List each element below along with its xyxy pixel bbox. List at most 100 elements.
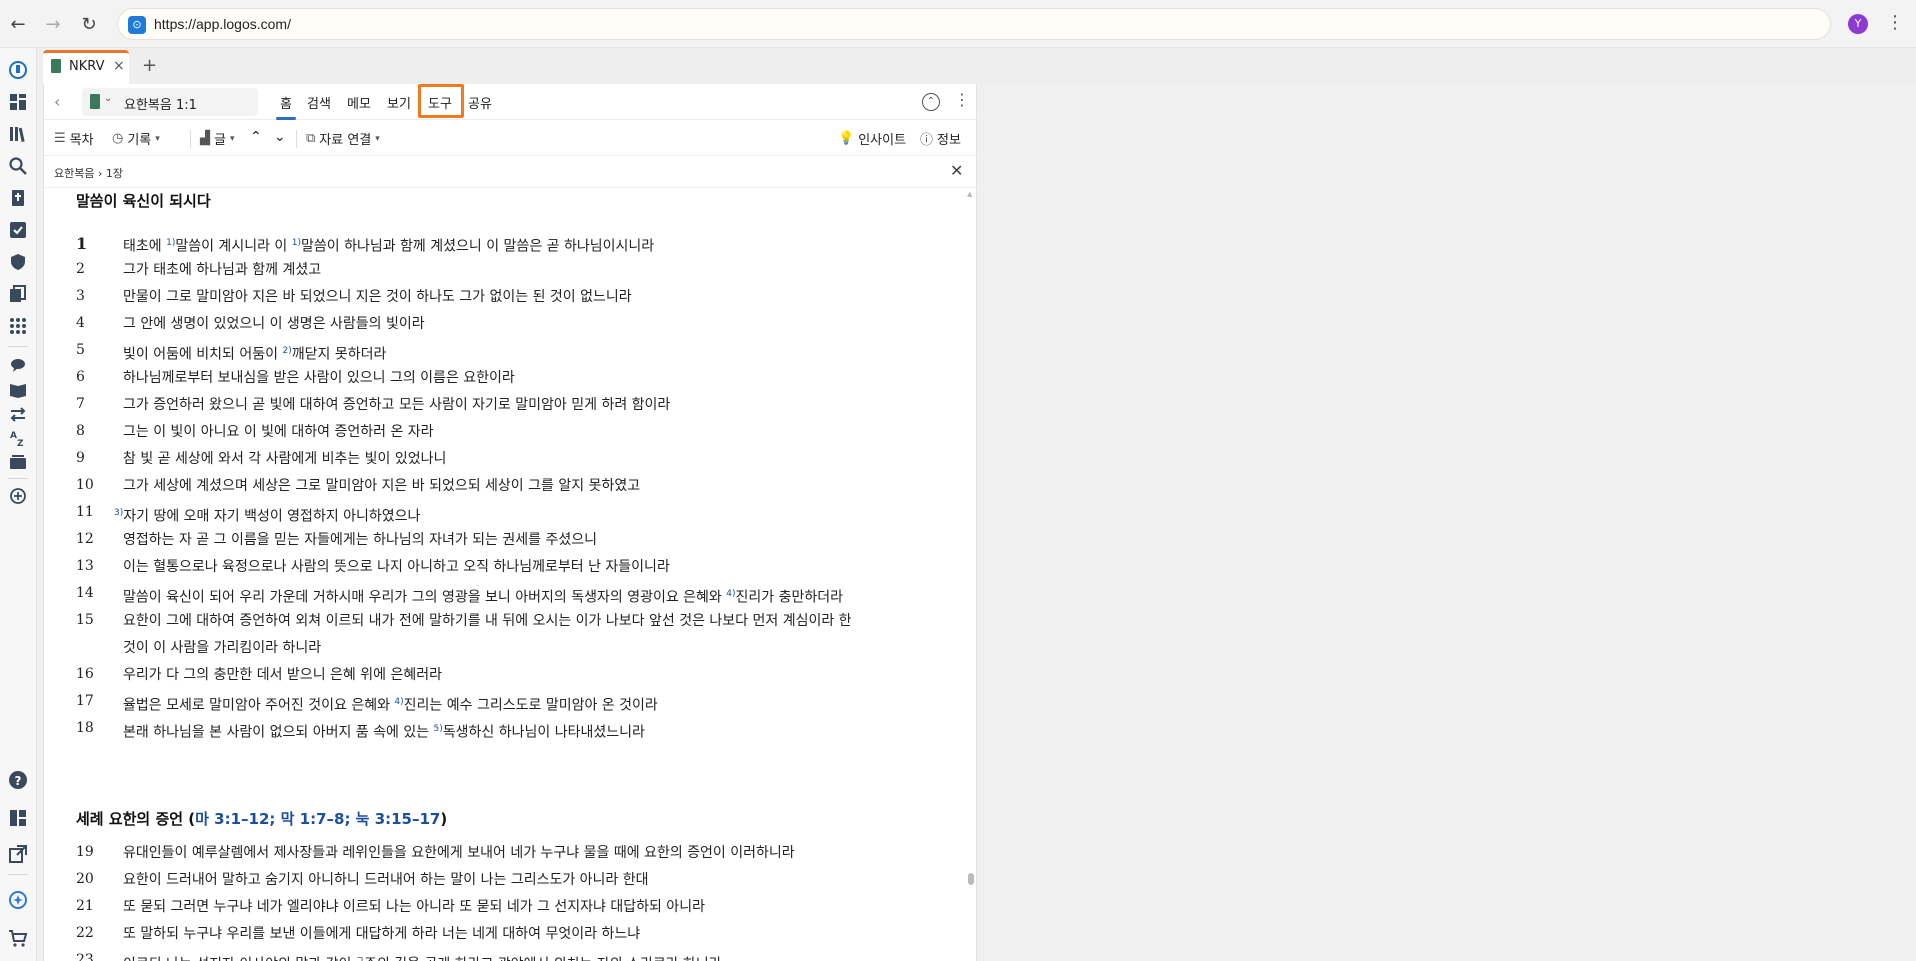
heading-text: 세례 요한의 증언 ( bbox=[76, 810, 196, 828]
profile-avatar[interactable]: Y bbox=[1848, 14, 1868, 34]
compare-icon[interactable] bbox=[6, 402, 30, 426]
verse-number[interactable]: 18 bbox=[76, 720, 94, 736]
verse-fragment: 주의 길을 곧게 하라고 광야에서 외치는 자의 소리로라 하니라 bbox=[364, 957, 722, 961]
ai-assistant-icon[interactable] bbox=[6, 888, 30, 912]
scrollbar-thumb[interactable] bbox=[968, 873, 974, 885]
browser-menu-icon[interactable]: ⋮ bbox=[1886, 12, 1904, 33]
verse-number[interactable]: 21 bbox=[76, 898, 94, 914]
media-icon[interactable] bbox=[6, 450, 30, 474]
verse-number[interactable]: 20 bbox=[76, 871, 94, 887]
footnote-marker[interactable]: 5) bbox=[434, 724, 443, 734]
close-tab-icon[interactable]: × bbox=[113, 58, 125, 74]
documents-icon[interactable] bbox=[6, 282, 30, 306]
checklist-icon[interactable] bbox=[6, 218, 30, 242]
text-button[interactable]: ▟ 글 ▾ bbox=[200, 129, 235, 148]
breadcrumb-book[interactable]: 요한복음 bbox=[54, 167, 94, 180]
tab-notes[interactable]: 메모 bbox=[347, 93, 371, 112]
logos-logo-icon[interactable] bbox=[6, 58, 30, 82]
verse-number[interactable]: 9 bbox=[76, 450, 85, 466]
tab-view[interactable]: 보기 bbox=[387, 93, 411, 112]
back-arrow-icon[interactable]: ← bbox=[6, 12, 30, 36]
verse-number[interactable]: 22 bbox=[76, 925, 94, 941]
search-icon[interactable] bbox=[6, 154, 30, 178]
breadcrumb-path: 요한복음 › 1장 bbox=[54, 165, 123, 181]
tab-search[interactable]: 검색 bbox=[307, 93, 331, 112]
back-chevron-icon[interactable]: ‹ bbox=[54, 92, 60, 111]
chevron-down-icon[interactable]: ⌄ bbox=[104, 93, 112, 104]
info-button[interactable]: ⓘ 정보 bbox=[920, 129, 961, 148]
shield-icon[interactable] bbox=[6, 250, 30, 274]
reference-box[interactable]: ⌄ 요한복음 1:1 bbox=[82, 88, 258, 116]
previous-chevron-icon[interactable]: ⌃ bbox=[250, 129, 262, 145]
cross-references[interactable]: 마 3:1–12; 막 1:7–8; 눅 3:15–17 bbox=[195, 810, 440, 828]
copy-link-icon[interactable] bbox=[6, 842, 30, 866]
verse-number[interactable]: 17 bbox=[76, 693, 94, 709]
tab-share[interactable]: 공유 bbox=[468, 93, 492, 112]
reading-plan-icon[interactable] bbox=[6, 378, 30, 402]
comment-icon[interactable] bbox=[6, 354, 30, 378]
footnote-marker[interactable]: ㄱ bbox=[356, 956, 364, 961]
cart-icon[interactable] bbox=[6, 926, 30, 950]
footnote-marker[interactable]: 4) bbox=[726, 589, 735, 599]
verse-number[interactable]: 14 bbox=[76, 585, 94, 601]
verse-number[interactable]: 13 bbox=[76, 558, 94, 574]
verse-number[interactable]: 23 bbox=[76, 952, 94, 961]
verse-number[interactable]: 8 bbox=[76, 423, 85, 439]
verse-text: 유대인들이 예루살렘에서 제사장들과 레위인들을 요한에게 보내어 네가 누구냐… bbox=[123, 840, 963, 867]
collapse-up-icon[interactable]: ⌃ bbox=[922, 93, 940, 111]
rail-divider bbox=[8, 478, 28, 479]
address-bar[interactable]: ⊙ https://app.logos.com/ bbox=[117, 8, 1831, 40]
apps-grid-icon[interactable] bbox=[6, 314, 30, 338]
layout-icon[interactable] bbox=[6, 806, 30, 830]
footnote-marker[interactable]: 2) bbox=[282, 346, 291, 356]
dashboard-icon[interactable] bbox=[6, 90, 30, 114]
verse-number[interactable]: 16 bbox=[76, 666, 94, 682]
library-icon[interactable] bbox=[6, 122, 30, 146]
verse-number[interactable]: 6 bbox=[76, 369, 85, 385]
new-tab-plus-icon[interactable]: + bbox=[142, 55, 157, 76]
footnote-marker[interactable]: 3) bbox=[114, 508, 123, 518]
verse-number[interactable]: 2 bbox=[76, 261, 85, 277]
bible-icon[interactable] bbox=[6, 186, 30, 210]
verse-fragment: 말씀이 육신이 되어 우리 가운데 거하시매 우리가 그의 영광을 보니 아버지… bbox=[123, 589, 727, 606]
chevron-down-icon: ▾ bbox=[155, 133, 160, 144]
next-chevron-icon[interactable]: ⌄ bbox=[274, 129, 286, 145]
help-icon[interactable]: ? bbox=[6, 768, 30, 792]
footnote-marker[interactable]: 4) bbox=[394, 697, 403, 707]
verse-fragment: 진리가 충만하더라 bbox=[735, 589, 844, 606]
verse-number[interactable]: 15 bbox=[76, 612, 94, 628]
verse-text: 그가 세상에 계셨으며 세상은 그로 말미암아 지은 바 되었으되 세상이 그를… bbox=[123, 473, 963, 500]
breadcrumb-chapter[interactable]: 1장 bbox=[106, 167, 123, 180]
forward-arrow-icon[interactable]: → bbox=[41, 12, 65, 36]
toc-button[interactable]: ☰ 목차 bbox=[54, 129, 94, 148]
verse-fragment: 하나님께로부터 보내심을 받은 사람이 있으니 그의 이름은 요한이라 bbox=[123, 370, 515, 386]
close-icon[interactable]: ✕ bbox=[950, 161, 963, 180]
tab-home[interactable]: 홈 bbox=[276, 93, 296, 120]
verse-fragment: 진리는 예수 그리스도로 말미암아 온 것이라 bbox=[403, 697, 658, 714]
verse-number[interactable]: 4 bbox=[76, 315, 85, 331]
verse-number[interactable]: 1 bbox=[76, 234, 87, 253]
add-circle-icon[interactable] bbox=[6, 484, 30, 508]
verse-number[interactable]: 11 bbox=[76, 504, 94, 520]
footnote-marker[interactable]: 1) bbox=[292, 238, 301, 248]
resource-link-button[interactable]: ⧉ 자료 연결 ▾ bbox=[306, 129, 380, 148]
tab-nkrv[interactable]: NKRV × bbox=[43, 50, 129, 84]
verse-number[interactable]: 7 bbox=[76, 396, 85, 412]
verse-fragment: 본래 하나님을 본 사람이 없으되 아버지 품 속에 있는 bbox=[123, 724, 434, 741]
more-options-icon[interactable]: ⋮ bbox=[954, 90, 970, 109]
verse-number[interactable]: 12 bbox=[76, 531, 94, 547]
info-label: 정보 bbox=[937, 133, 961, 148]
history-button[interactable]: ◷ 기록 ▾ bbox=[112, 129, 160, 148]
reload-icon[interactable]: ↻ bbox=[77, 12, 101, 36]
verse-number[interactable]: 19 bbox=[76, 844, 94, 860]
sort-az-icon[interactable]: AZ bbox=[6, 426, 30, 450]
footnote-marker[interactable]: 1) bbox=[166, 238, 175, 248]
verse-text: 우리가 다 그의 충만한 데서 받으니 은혜 위에 은혜러라 bbox=[123, 662, 963, 689]
scroll-up-arrow[interactable]: ▲ bbox=[967, 190, 972, 198]
verse-number[interactable]: 5 bbox=[76, 342, 85, 358]
insight-button[interactable]: 💡 인사이트 bbox=[838, 129, 906, 148]
verse-number[interactable]: 3 bbox=[76, 288, 85, 304]
verse-number[interactable]: 10 bbox=[76, 477, 94, 493]
svg-text:Z: Z bbox=[17, 439, 24, 448]
book-icon bbox=[90, 94, 100, 109]
